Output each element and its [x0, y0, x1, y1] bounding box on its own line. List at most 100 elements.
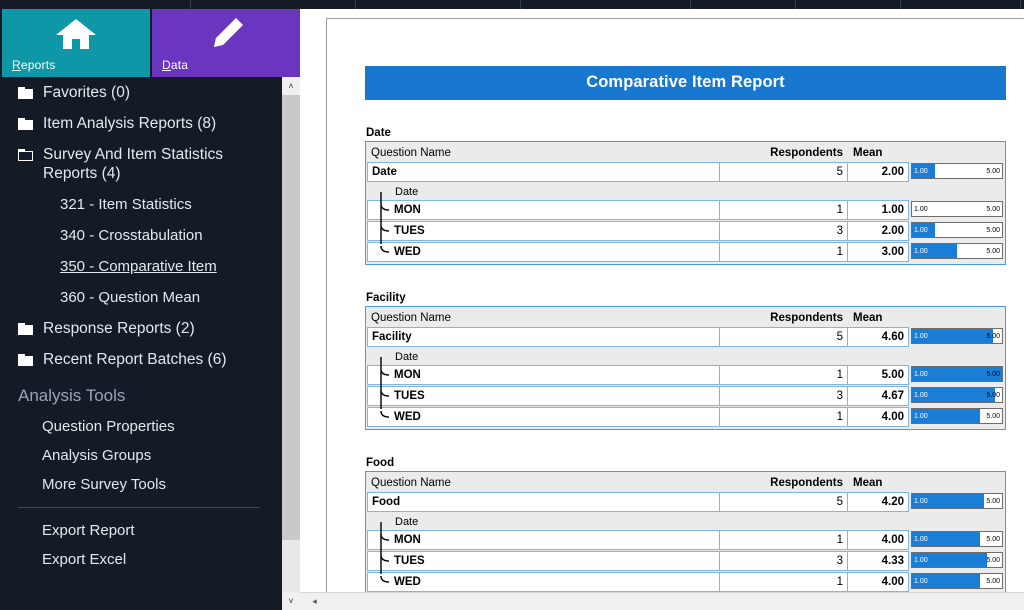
folder-open-icon — [18, 149, 33, 161]
mean-gauge-min-label: 1.00 — [914, 498, 928, 505]
cell-question-name: Question Name — [371, 476, 451, 489]
cell-mean: 4.67 — [847, 386, 909, 406]
sidebar-scrollbar[interactable]: ˄ ˅ — [282, 77, 300, 610]
sidebar-tool-more-survey-tools[interactable]: More Survey Tools — [0, 470, 282, 499]
cell-gauge: 1.00 5.00 — [909, 386, 1004, 406]
sidebar-folder-label: Favorites (0) — [43, 84, 130, 101]
sidebar-folder-label: Response Reports (2) — [43, 320, 195, 337]
mean-gauge-min-label: 1.00 — [914, 371, 928, 378]
cell-respondents: 1 — [719, 200, 847, 220]
cell-mean: 2.00 — [847, 162, 909, 182]
cell-mean: 4.00 — [847, 407, 909, 427]
mean-gauge: 1.00 5.00 — [911, 387, 1003, 403]
cell-mean: Mean — [853, 311, 883, 324]
cell-respondents: 1 — [719, 572, 847, 592]
cell-gauge: 1.00 5.00 — [909, 200, 1004, 220]
question-block: Food Question Name Respondents Mean Food 5 4.2… — [365, 457, 1006, 592]
sidebar-folder-item-analysis-reports-8[interactable]: Item Analysis Reports (8) — [0, 108, 282, 139]
mean-gauge-max-label: 5.00 — [986, 536, 1000, 543]
tab-reports-accel: R — [12, 58, 21, 72]
tab-data[interactable]: Data — [152, 9, 300, 77]
sidebar-tool-export-report[interactable]: Export Report — [0, 516, 282, 545]
app-root: Reports Data Favorites (0) Item Analysis … — [0, 0, 1024, 610]
sidebar-tool-question-properties[interactable]: Question Properties — [0, 412, 282, 441]
mean-gauge: 1.00 5.00 — [911, 531, 1003, 547]
mean-gauge-min-label: 1.00 — [914, 536, 928, 543]
sidebar-folder-response-reports-2[interactable]: Response Reports (2) — [0, 313, 282, 344]
table-subgroup-header: Date — [367, 348, 1004, 365]
cell-question-name: TUES — [367, 551, 719, 571]
viewer-scroll-left-arrow[interactable]: ◂ — [306, 593, 323, 610]
mean-gauge-min-label: 1.00 — [914, 413, 928, 420]
cell-respondents: Respondents — [770, 311, 843, 324]
sidebar-item-321-item-statistics[interactable]: 321 - Item Statistics — [0, 189, 282, 220]
cell-question-name: Date — [395, 350, 419, 363]
sidebar-scroll-down-arrow[interactable]: ˅ — [282, 592, 300, 610]
page-title: Comparative Item Report — [365, 66, 1006, 100]
table-row: MON 1 4.00 1.00 5.00 — [367, 530, 1004, 550]
tab-reports-label: Reports — [12, 58, 55, 72]
cell-mean — [847, 513, 909, 530]
tab-reports-rest: eports — [20, 58, 56, 72]
sidebar-folder-label: Item Analysis Reports (8) — [43, 115, 217, 132]
viewer-horizontal-scrollbar[interactable]: ◂ — [300, 592, 1024, 610]
sidebar-item-340-crosstabulation[interactable]: 340 - Crosstabulation — [0, 220, 282, 251]
cell-mean: 4.60 — [847, 327, 909, 347]
mean-gauge-min-label: 1.00 — [914, 227, 928, 234]
cell-gauge: 1.00 5.00 — [909, 492, 1004, 512]
window-tick — [795, 0, 796, 9]
cell-question-name: Date — [395, 515, 419, 528]
mean-gauge-max-label: 5.00 — [986, 557, 1000, 564]
cell-question-name: Date — [367, 162, 719, 182]
sidebar-scroll-thumb[interactable] — [282, 95, 300, 540]
sidebar-folder-survey-and-item-statistics-reports-4[interactable]: Survey And Item Statistics Reports (4) — [0, 139, 282, 189]
tab-data-accel: D — [162, 58, 171, 72]
table-subgroup-header: Date — [367, 513, 1004, 530]
cell-question-name: MON — [367, 530, 719, 550]
cell-question-name: WED — [367, 572, 719, 592]
mean-gauge-max-label: 5.00 — [986, 168, 1000, 175]
cell-mean — [847, 183, 909, 200]
cell-question-name: MON — [367, 365, 719, 385]
window-tick — [1020, 0, 1021, 9]
sidebar-tool-export-excel[interactable]: Export Excel — [0, 545, 282, 574]
table-header-row: Question Name Respondents Mean — [367, 473, 1004, 492]
cell-mean: 4.20 — [847, 492, 909, 512]
cell-question-name: MON — [367, 200, 719, 220]
sidebar-tool-analysis-groups[interactable]: Analysis Groups — [0, 441, 282, 470]
window-tick — [900, 0, 901, 9]
cell-respondents: Respondents — [770, 146, 843, 159]
left-sidebar: Reports Data Favorites (0) Item Analysis … — [0, 9, 300, 610]
sidebar-folder-favorites-0[interactable]: Favorites (0) — [0, 77, 282, 108]
cell-gauge — [909, 473, 1004, 492]
cell-gauge — [909, 308, 1004, 327]
comparative-item-table: Question Name Respondents Mean Food 5 4.20 1.0… — [365, 471, 1006, 592]
cell-gauge: 1.00 5.00 — [909, 407, 1004, 427]
cell-question-name: Facility — [367, 327, 719, 347]
cell-question-name: WED — [367, 242, 719, 262]
cell-mean: 2.00 — [847, 221, 909, 241]
sidebar-divider — [18, 507, 260, 508]
tab-reports[interactable]: Reports — [2, 9, 150, 77]
sidebar-item-350-comparative-item[interactable]: 350 - Comparative Item — [0, 251, 282, 282]
cell-gauge: 1.00 5.00 — [909, 242, 1004, 262]
mean-gauge-max-label: 5.00 — [986, 578, 1000, 585]
window-tick — [355, 0, 356, 9]
mean-gauge-max-label: 5.00 — [986, 498, 1000, 505]
cell-gauge: 1.00 5.00 — [909, 530, 1004, 550]
mean-gauge-min-label: 1.00 — [914, 248, 928, 255]
cell-respondents: 3 — [719, 386, 847, 406]
mean-gauge-min-label: 1.00 — [914, 557, 928, 564]
folder-icon — [18, 323, 33, 335]
cell-respondents: 1 — [719, 407, 847, 427]
table-row: TUES 3 4.33 1.00 5.00 — [367, 551, 1004, 571]
table-row: WED 1 3.00 1.00 5.00 — [367, 242, 1004, 262]
sidebar-scroll-up-arrow[interactable]: ˄ — [282, 77, 300, 95]
cell-gauge — [909, 348, 1004, 365]
sidebar-folder-recent-report-batches-6[interactable]: Recent Report Batches (6) — [0, 344, 282, 375]
table-row-parent: Date 5 2.00 1.00 5.00 — [367, 162, 1004, 182]
cell-question-name: Date — [395, 185, 419, 198]
sidebar-item-360-question-mean[interactable]: 360 - Question Mean — [0, 282, 282, 313]
question-block: Facility Question Name Respondents Mean Faci… — [365, 292, 1006, 430]
question-block-label: Date — [366, 127, 391, 139]
